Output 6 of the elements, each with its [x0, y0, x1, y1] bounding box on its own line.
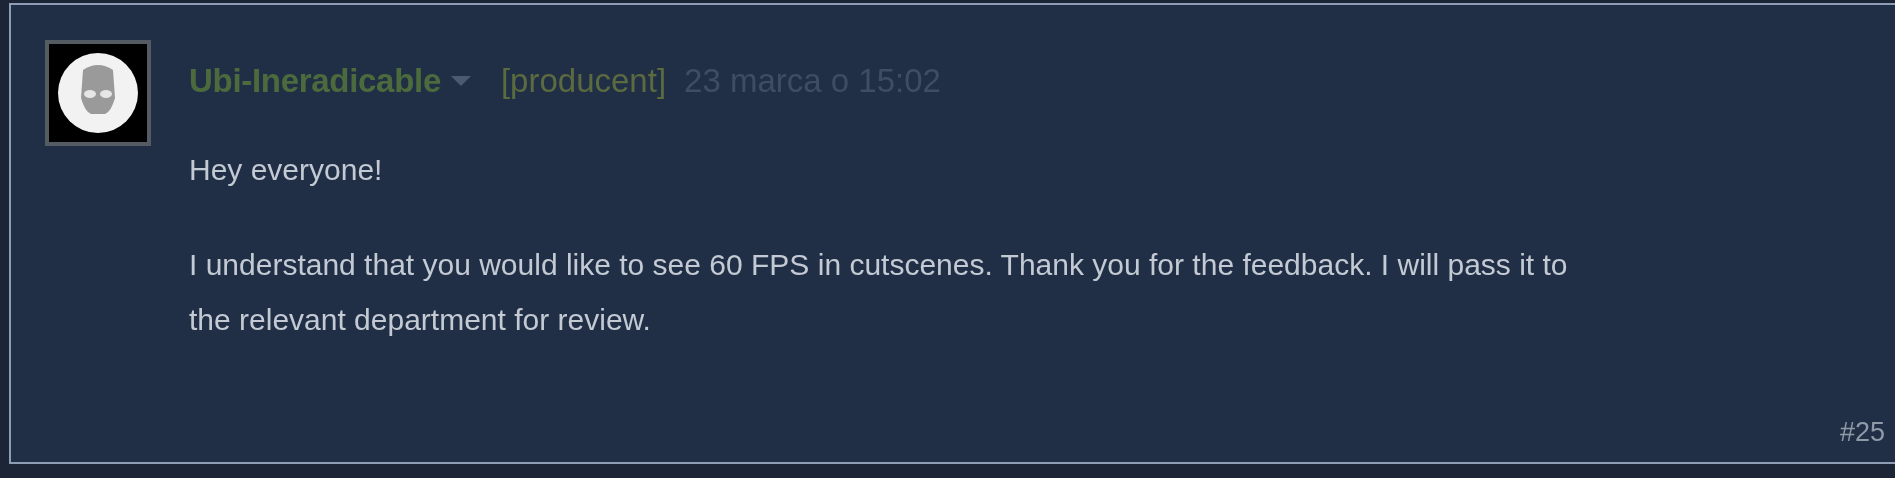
- post-paragraph: I understand that you would like to see 60 FPS in cutscenes. Thank you for the feedback. I will pass it to the relevant department for review.: [189, 247, 1569, 338]
- avatar-icon: [55, 50, 141, 136]
- post-number[interactable]: #25: [1839, 417, 1885, 448]
- avatar[interactable]: [45, 40, 151, 146]
- role-label: [producent]: [500, 62, 667, 100]
- post-paragraph: Hey everyone!: [189, 152, 384, 188]
